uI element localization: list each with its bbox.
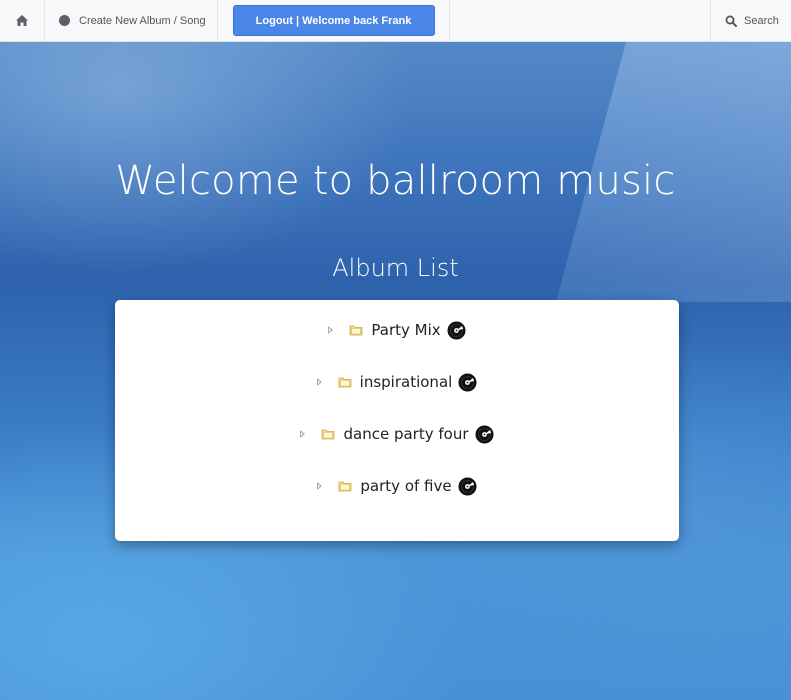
album-row-party-mix[interactable]: Party Mix <box>328 321 466 340</box>
expand-triangle-icon[interactable] <box>317 482 323 490</box>
circle-icon <box>59 15 70 26</box>
album-item: inspirational <box>115 370 679 394</box>
search-icon <box>725 15 737 27</box>
logout-button[interactable]: Logout | Welcome back Frank <box>232 5 435 36</box>
create-album-song-link[interactable]: Create New Album / Song <box>45 0 218 41</box>
album-item: party of five <box>115 474 679 498</box>
album-list-card: Party Mix inspirational dance party four… <box>115 300 679 541</box>
home-icon <box>16 15 28 26</box>
folder-icon <box>322 429 335 440</box>
page-title: Welcome to ballroom music <box>115 158 676 204</box>
vinyl-record-icon <box>458 373 477 391</box>
album-row-party-of-five[interactable]: party of five <box>317 477 477 496</box>
vinyl-record-icon <box>475 425 493 443</box>
top-navbar: Create New Album / Song Logout | Welcome… <box>0 0 791 42</box>
album-list-heading: Album List <box>332 254 459 282</box>
vinyl-record-icon <box>458 477 477 495</box>
album-label: party of five <box>360 477 452 495</box>
expand-triangle-icon[interactable] <box>316 378 322 386</box>
album-label: dance party four <box>343 425 469 443</box>
album-label: inspirational <box>359 373 453 391</box>
folder-icon <box>349 325 363 336</box>
vinyl-record-icon <box>447 321 466 339</box>
search-link[interactable]: Search <box>710 0 791 41</box>
album-label: Party Mix <box>371 321 441 339</box>
album-row-inspirational[interactable]: inspirational <box>316 373 478 392</box>
create-album-song-label: Create New Album / Song <box>79 14 206 27</box>
album-item: Party Mix <box>115 318 679 342</box>
album-row-dance-party-four[interactable]: dance party four <box>300 425 493 444</box>
expand-triangle-icon[interactable] <box>300 430 306 438</box>
search-label: Search <box>744 14 779 27</box>
folder-icon <box>339 481 352 492</box>
album-item: dance party four <box>115 422 679 446</box>
expand-triangle-icon[interactable] <box>328 326 334 334</box>
home-button[interactable] <box>0 0 45 41</box>
logout-cell: Logout | Welcome back Frank <box>218 0 450 41</box>
folder-icon <box>338 377 352 388</box>
